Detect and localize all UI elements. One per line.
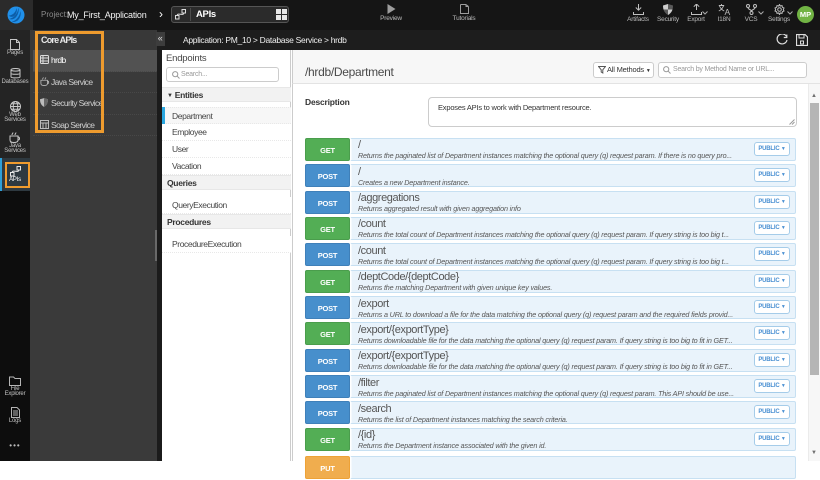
svg-text:A: A [724, 7, 730, 15]
